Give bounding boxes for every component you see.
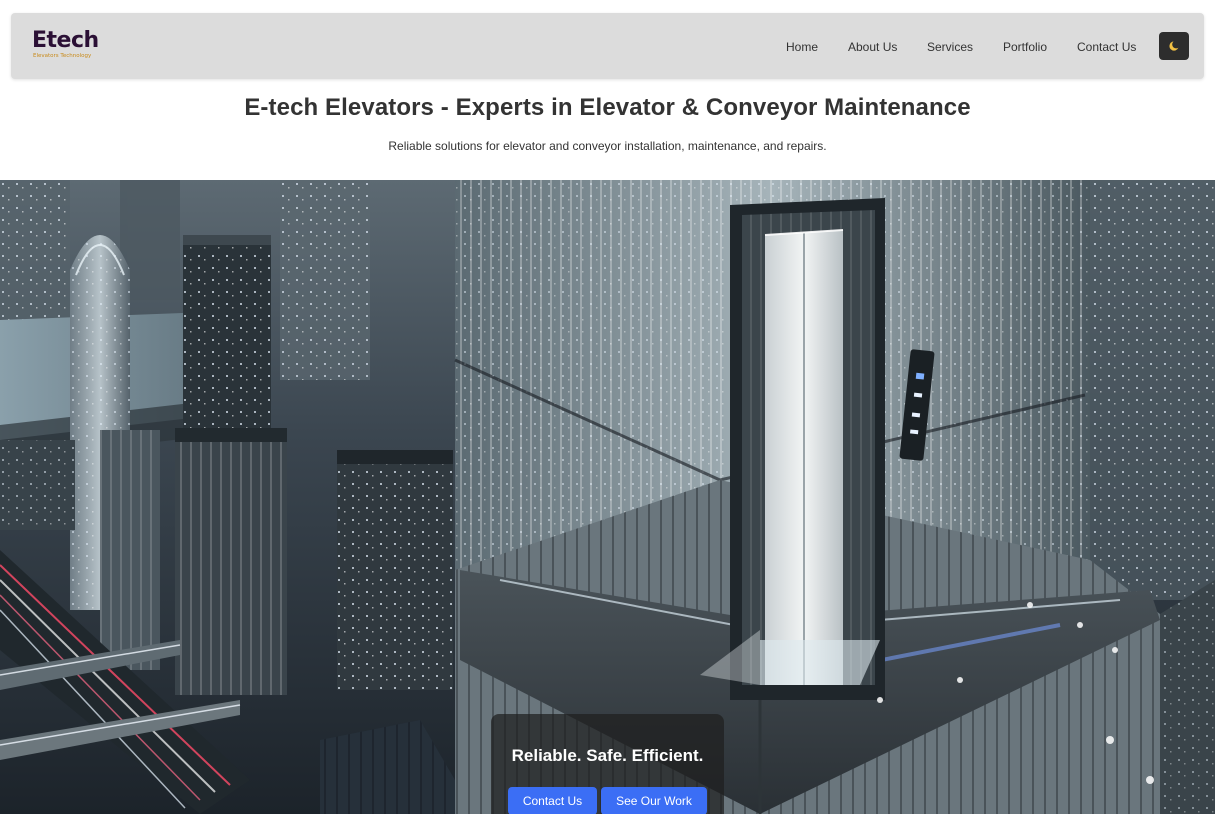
cta-title: Reliable. Safe. Efficient. [511, 746, 704, 765]
navbar: Etech Elevators Technology Home About Us… [11, 13, 1204, 79]
page-title: E-tech Elevators - Experts in Elevator &… [244, 94, 971, 121]
contact-us-button[interactable]: Contact Us [508, 787, 597, 814]
nav-portfolio[interactable]: Portfolio [1003, 40, 1047, 54]
hero-banner: Reliable. Safe. Efficient. Contact Us Se… [0, 180, 1215, 814]
logo[interactable]: Etech Elevators Technology [32, 27, 112, 67]
cta-overlay: Reliable. Safe. Efficient. Contact Us Se… [491, 714, 724, 814]
moon-icon [1169, 40, 1180, 51]
page-subtitle: Reliable solutions for elevator and conv… [388, 139, 827, 153]
hero-subtitle-wrap: Reliable solutions for elevator and conv… [0, 139, 1215, 153]
nav-about-us[interactable]: About Us [848, 40, 897, 54]
nav-home[interactable]: Home [786, 40, 818, 54]
theme-toggle-button[interactable] [1159, 32, 1189, 60]
hero-heading: E-tech Elevators - Experts in Elevator &… [0, 94, 1215, 122]
logo-tagline: Elevators Technology [33, 53, 92, 59]
see-our-work-button[interactable]: See Our Work [601, 787, 707, 814]
nav-services[interactable]: Services [927, 40, 973, 54]
nav-contact-us[interactable]: Contact Us [1077, 40, 1136, 54]
logo-text: Etech [32, 28, 99, 53]
